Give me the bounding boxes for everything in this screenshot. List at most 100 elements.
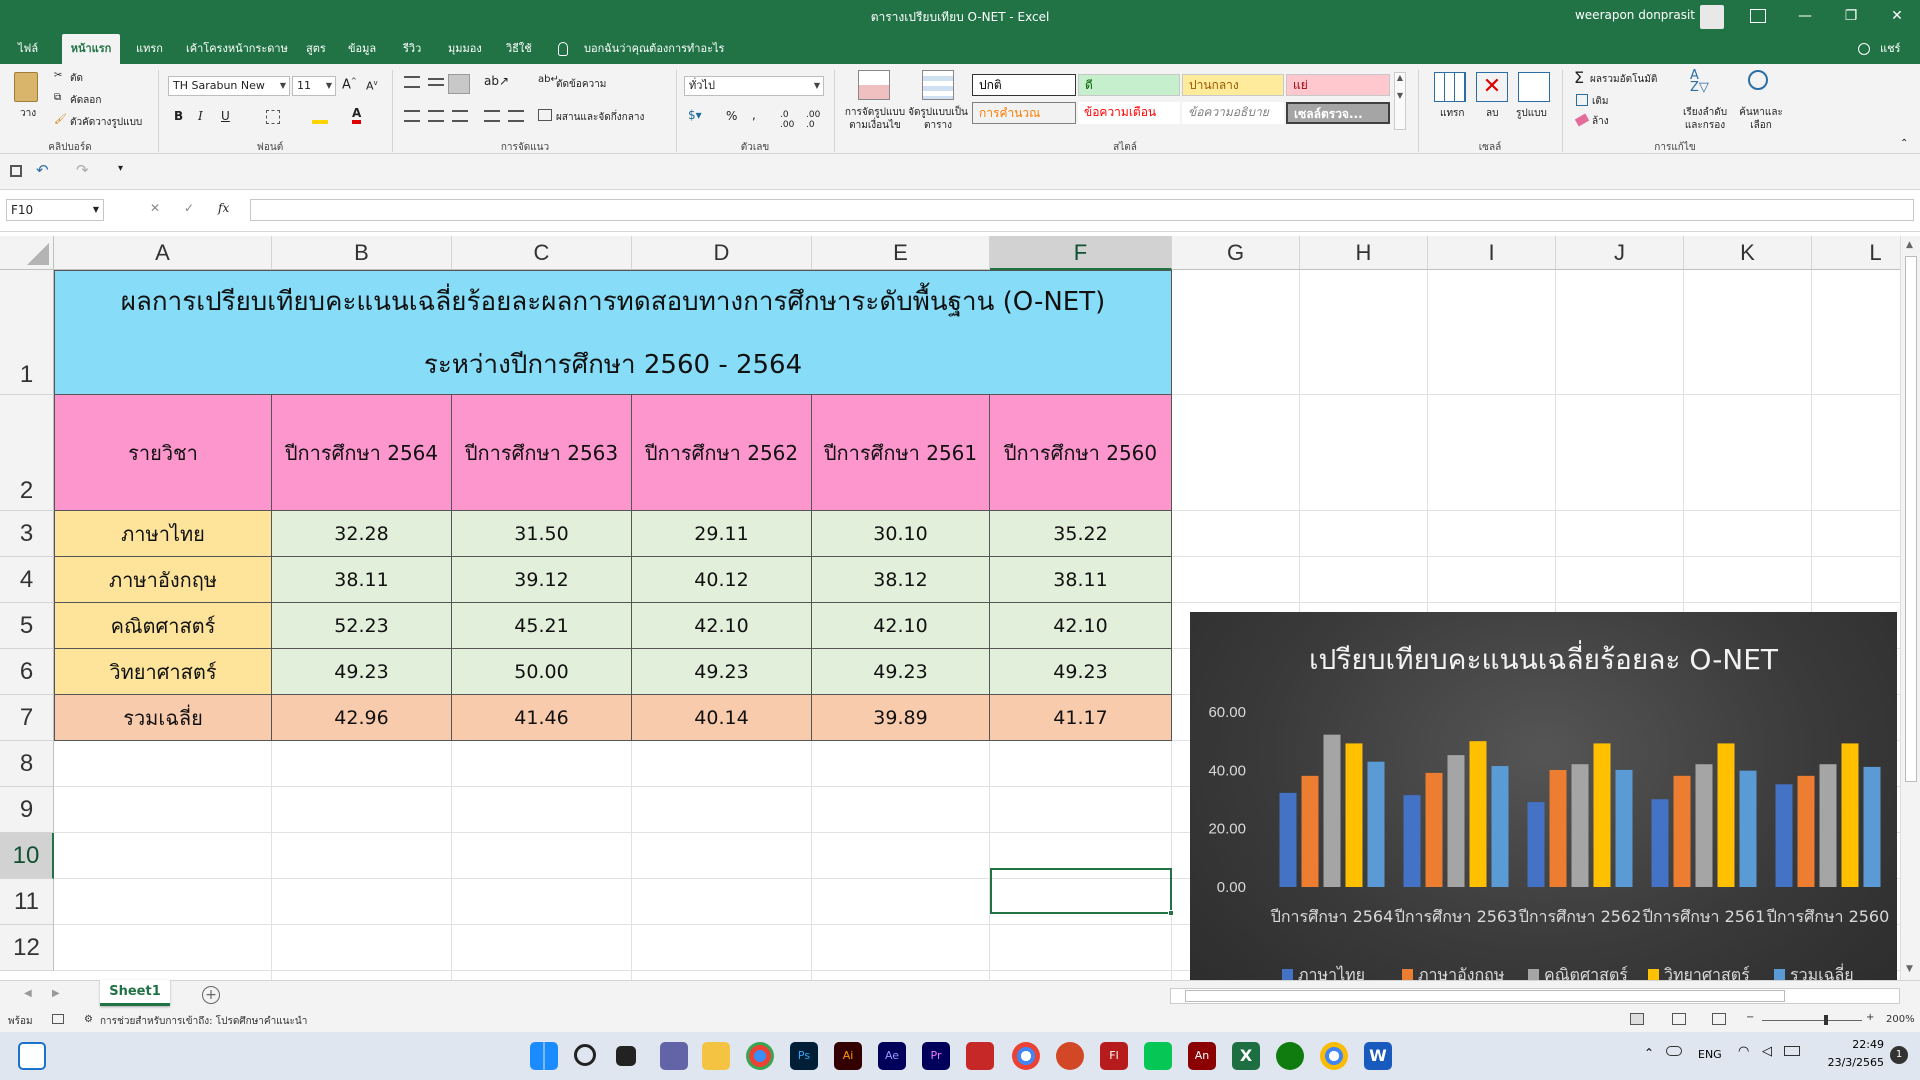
subject-cell[interactable]: คณิตศาสตร์	[54, 603, 272, 649]
autosum-button[interactable]: ผลรวมอัตโนมัติ	[1590, 72, 1657, 87]
accessibility-status[interactable]: การช่วยสำหรับการเข้าถึง: โปรดศึกษาคำแนะน…	[100, 1014, 307, 1029]
save-icon[interactable]	[10, 165, 22, 177]
row-header-9[interactable]: 9	[0, 787, 54, 833]
grow-font-button[interactable]: A^	[342, 77, 357, 92]
shrink-font-button[interactable]: Av	[366, 79, 378, 93]
header-subject[interactable]: รายวิชา	[54, 395, 272, 511]
clock-date[interactable]: 23/3/2565	[1814, 1056, 1884, 1069]
tab-view[interactable]: มุมมอง	[440, 34, 490, 64]
search-icon[interactable]	[1748, 70, 1768, 90]
score-cell[interactable]: 35.22	[990, 511, 1172, 557]
score-cell[interactable]: 42.10	[812, 603, 990, 649]
row-header-11[interactable]: 11	[0, 879, 54, 925]
collapse-ribbon-icon[interactable]: ⌃	[1900, 138, 1908, 149]
column-header-l[interactable]: L	[1812, 236, 1900, 270]
column-header-c[interactable]: C	[452, 236, 632, 270]
chevron-up-icon[interactable]: ⌃	[1644, 1046, 1654, 1060]
name-box[interactable]: F10 ▼	[6, 199, 104, 221]
align-left-icon[interactable]	[404, 110, 420, 122]
conditional-format-icon[interactable]	[858, 70, 890, 100]
prev-sheet-icon[interactable]: ◀	[24, 988, 32, 999]
zoom-in-icon[interactable]: +	[1866, 1012, 1874, 1023]
score-cell[interactable]: 38.11	[990, 557, 1172, 603]
tab-page-layout[interactable]: เค้าโครงหน้ากระดาษ	[178, 34, 296, 64]
style-neutral[interactable]: ปานกลาง	[1182, 74, 1284, 96]
score-cell[interactable]: 49.23	[632, 649, 812, 695]
score-cell[interactable]: 32.28	[272, 511, 452, 557]
score-cell[interactable]: 45.21	[452, 603, 632, 649]
row-header-3[interactable]: 3	[0, 511, 54, 557]
score-cell[interactable]: 39.12	[452, 557, 632, 603]
header-year[interactable]: ปีการศึกษา 2562	[632, 395, 812, 511]
eraser-icon[interactable]	[1574, 113, 1590, 127]
column-header-i[interactable]: I	[1428, 236, 1556, 270]
vertical-scrollbar[interactable]: ▲ ▼	[1900, 236, 1920, 980]
widgets-icon[interactable]	[18, 1042, 46, 1070]
row-header-7[interactable]: 7	[0, 695, 54, 741]
score-cell[interactable]: 49.23	[812, 649, 990, 695]
photoshop-icon[interactable]: Ps	[790, 1042, 818, 1070]
align-center-icon[interactable]	[428, 110, 444, 122]
battery-icon[interactable]	[1784, 1046, 1800, 1056]
score-cell[interactable]: 31.50	[452, 511, 632, 557]
score-cell[interactable]: 50.00	[452, 649, 632, 695]
tab-insert[interactable]: แทรก	[128, 34, 171, 64]
sort-filter-icon[interactable]: A Z▽	[1690, 69, 1709, 94]
confirm-entry-icon[interactable]: ✓	[184, 201, 194, 215]
format-cells-icon[interactable]	[1518, 72, 1550, 102]
score-cell[interactable]: 40.12	[632, 557, 812, 603]
percent-button[interactable]: %	[726, 109, 737, 123]
search-icon[interactable]	[574, 1044, 596, 1066]
bold-button[interactable]: B	[174, 109, 183, 123]
page-break-view-icon[interactable]	[1712, 1013, 1726, 1025]
score-cell[interactable]: 42.96	[272, 695, 452, 741]
avatar[interactable]	[1700, 5, 1724, 29]
header-year[interactable]: ปีการศึกษา 2560	[990, 395, 1172, 511]
paste-icon[interactable]	[14, 72, 38, 102]
customize-qat-icon[interactable]: ▾	[118, 163, 123, 174]
column-header-b[interactable]: B	[272, 236, 452, 270]
decrease-indent-icon[interactable]	[484, 110, 500, 122]
scroll-thumb[interactable]	[1905, 256, 1917, 782]
style-check-cell[interactable]: เซลล์ตรวจ...	[1286, 102, 1390, 124]
cancel-entry-icon[interactable]: ✕	[150, 201, 160, 215]
italic-button[interactable]: I	[198, 109, 203, 123]
h-scroll-thumb[interactable]	[1185, 990, 1785, 1002]
align-bottom-icon[interactable]	[448, 74, 470, 94]
score-cell[interactable]: 30.10	[812, 511, 990, 557]
app-icon-red[interactable]	[966, 1042, 994, 1070]
fill-button[interactable]: เติม	[1592, 94, 1609, 109]
macro-icon[interactable]	[52, 1014, 64, 1024]
underline-button[interactable]: U	[221, 109, 230, 123]
row-header-2[interactable]: 2	[0, 395, 54, 511]
accounting-icon[interactable]: $▾	[688, 108, 702, 122]
horizontal-scrollbar[interactable]	[1170, 988, 1900, 1004]
score-cell[interactable]: 52.23	[272, 603, 452, 649]
zoom-slider-thumb[interactable]	[1824, 1015, 1828, 1025]
column-header-f[interactable]: F	[990, 236, 1172, 270]
scroll-up-icon[interactable]: ▲	[1906, 240, 1913, 250]
clear-button[interactable]: ล้าง	[1592, 114, 1609, 129]
ribbon-display-icon[interactable]	[1750, 9, 1766, 23]
active-cell-selection[interactable]	[990, 868, 1174, 916]
undo-icon[interactable]: ↶	[36, 161, 49, 179]
score-cell[interactable]: 38.12	[812, 557, 990, 603]
subject-cell[interactable]: ภาษาไทย	[54, 511, 272, 557]
orientation-icon[interactable]: ab↗	[484, 74, 509, 88]
conditional-format-button[interactable]: การจัดรูปแบบตามเงื่อนไข	[840, 106, 910, 132]
subject-cell[interactable]: วิทยาศาสตร์	[54, 649, 272, 695]
subject-cell[interactable]: รวมเฉลี่ย	[54, 695, 272, 741]
paste-label[interactable]: วาง	[20, 106, 36, 121]
zoom-slider[interactable]	[1762, 1015, 1862, 1025]
start-icon[interactable]	[530, 1042, 558, 1070]
style-bad[interactable]: แย่	[1286, 74, 1390, 96]
task-view-icon[interactable]	[616, 1046, 636, 1066]
insert-cells-button[interactable]: แทรก	[1440, 106, 1464, 121]
animate-icon[interactable]: An	[1188, 1042, 1216, 1070]
merge-center-button[interactable]: ผสานและจัดกึ่งกลาง	[556, 110, 644, 125]
wifi-icon[interactable]: ◠	[1738, 1044, 1749, 1059]
score-cell[interactable]: 29.11	[632, 511, 812, 557]
sheet-tab-sheet1[interactable]: Sheet1	[100, 980, 170, 1006]
page-layout-view-icon[interactable]	[1672, 1013, 1686, 1025]
column-header-g[interactable]: G	[1172, 236, 1300, 270]
